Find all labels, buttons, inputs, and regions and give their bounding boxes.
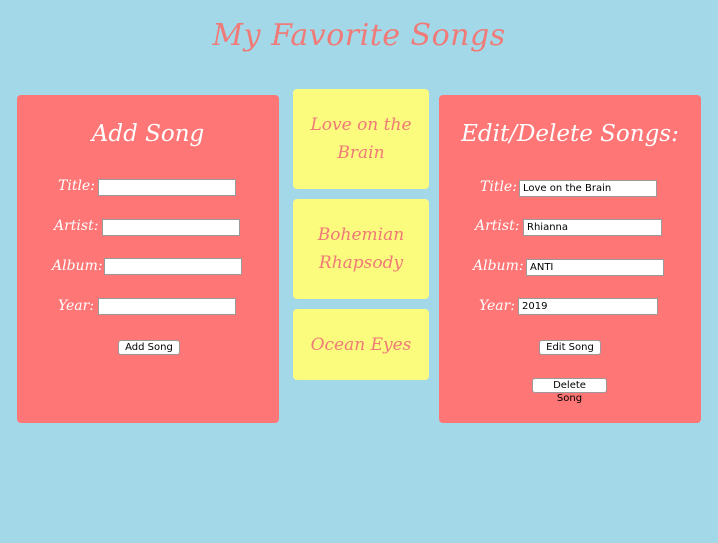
delete-song-button[interactable]: Delete Song (532, 378, 607, 404)
page: My Favorite Songs Add Song Title: Artist… (0, 0, 718, 543)
song-card[interactable]: Bohemian Rhapsody (293, 199, 429, 299)
edit-title-label: Title: (480, 179, 517, 195)
add-song-panel: Add Song Title: Artist: Album: Year: Add… (17, 95, 279, 423)
edit-title-input[interactable] (519, 180, 657, 197)
edit-song-button[interactable]: Edit Song (539, 340, 601, 355)
edit-year-label: Year: (479, 298, 516, 314)
song-card-title: Bohemian Rhapsody (317, 225, 405, 273)
add-album-label: Album: (52, 258, 103, 274)
add-title-input[interactable] (98, 179, 236, 196)
edit-year-input[interactable] (518, 298, 658, 315)
song-card[interactable]: Ocean Eyes (293, 309, 429, 380)
add-year-label: Year: (58, 298, 95, 314)
add-artist-label: Artist: (54, 218, 99, 234)
add-title-label: Title: (58, 178, 95, 194)
add-song-heading: Add Song (91, 121, 205, 147)
song-card[interactable]: Love on the Brain (293, 89, 429, 189)
edit-song-panel: Edit/Delete Songs: Title: Artist: Album:… (439, 95, 701, 423)
edit-artist-label: Artist: (475, 218, 520, 234)
edit-album-input[interactable] (526, 259, 664, 276)
edit-song-heading: Edit/Delete Songs: (461, 121, 679, 147)
add-year-input[interactable] (98, 298, 236, 315)
edit-album-label: Album: (473, 258, 524, 274)
song-card-title: Love on the Brain (310, 115, 412, 163)
add-song-button[interactable]: Add Song (118, 340, 180, 355)
edit-artist-input[interactable] (523, 219, 662, 236)
song-card-title: Ocean Eyes (310, 334, 412, 355)
page-title: My Favorite Songs (212, 18, 506, 53)
add-artist-input[interactable] (102, 219, 240, 236)
add-album-input[interactable] (104, 258, 242, 275)
